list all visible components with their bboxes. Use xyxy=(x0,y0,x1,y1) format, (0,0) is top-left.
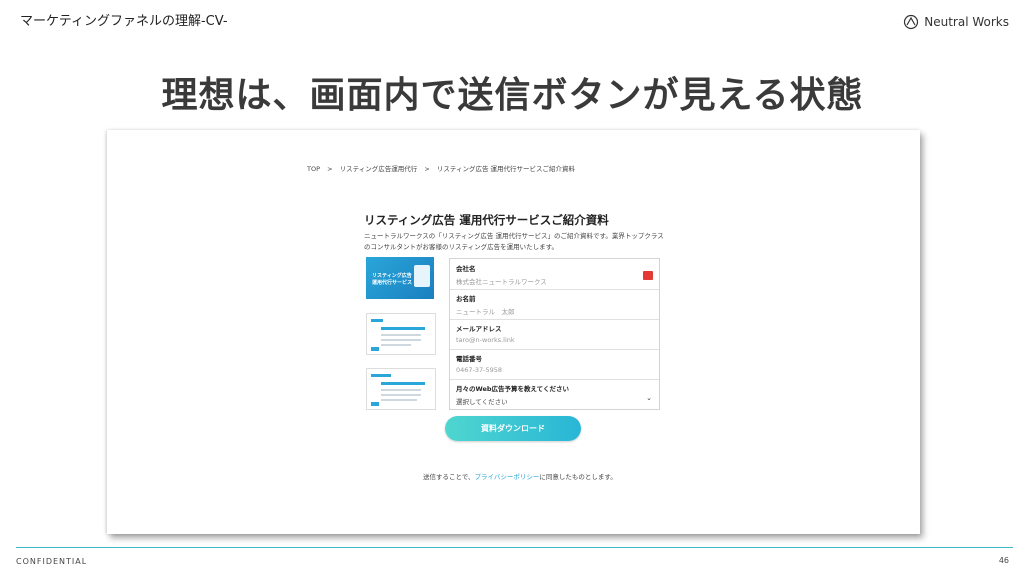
breadcrumb-item-current: リスティング広告 運用代行サービスご紹介資料 xyxy=(436,165,576,173)
logo-text: Neutral Works xyxy=(924,15,1009,29)
footer-confidential: CONFIDENTIAL xyxy=(16,557,88,566)
email-field[interactable]: メールアドレス taro@n-works.link xyxy=(450,319,659,350)
privacy-policy-link[interactable]: プライバシーポリシー xyxy=(475,473,540,481)
phone-label: 電話番号 xyxy=(456,355,482,363)
budget-select-value: 選択してください xyxy=(456,398,508,406)
breadcrumb-item-top[interactable]: TOP xyxy=(307,165,320,173)
thumbnail-title: リスティング広告 運用代行サービス xyxy=(372,273,413,286)
footer-divider xyxy=(16,547,1013,548)
breadcrumb-item-listing[interactable]: リスティング広告運用代行 xyxy=(340,165,418,173)
download-button[interactable]: 資料ダウンロード xyxy=(445,416,581,441)
page-number: 46 xyxy=(998,556,1009,565)
email-label: メールアドレス xyxy=(456,325,502,333)
download-form: 会社名 株式会社ニュートラルワークス お名前 ニュートラル 太郎 メールアドレス… xyxy=(449,258,660,410)
page-heading: リスティング広告 運用代行サービスご紹介資料 xyxy=(364,213,609,227)
budget-label: 月々のWeb広告予算を教えてください xyxy=(456,385,569,393)
phone-placeholder: 0467-37-5958 xyxy=(456,366,503,374)
company-name-label: 会社名 xyxy=(456,265,476,273)
name-field[interactable]: お名前 ニュートラル 太郎 xyxy=(450,289,659,320)
company-logo: Neutral Works xyxy=(903,14,1009,30)
chevron-down-icon: ⌄ xyxy=(646,394,652,402)
thumbnail-illustration xyxy=(414,265,430,287)
document-thumbnail-cover: リスティング広告 運用代行サービス xyxy=(366,257,434,299)
breadcrumb-separator: > xyxy=(327,165,333,173)
consent-suffix: に同意したものとします。 xyxy=(539,473,617,481)
email-placeholder: taro@n-works.link xyxy=(456,336,515,344)
required-badge xyxy=(643,271,653,280)
page-description: ニュートラルワークスの「リスティング広告 運用代行サービス」のご紹介資料です。業… xyxy=(364,232,664,251)
slide-title: 理想は、画面内で送信ボタンが見える状態 xyxy=(161,75,864,116)
phone-field[interactable]: 電話番号 0467-37-5958 xyxy=(450,349,659,380)
company-name-placeholder: 株式会社ニュートラルワークス xyxy=(456,278,547,286)
document-thumbnail-page-3 xyxy=(366,368,436,410)
slide-header: マーケティングファネルの理解-CV- xyxy=(20,14,228,29)
breadcrumb: TOP > リスティング広告運用代行 > リスティング広告 運用代行サービスご紹… xyxy=(307,163,575,173)
landing-page-screenshot: TOP > リスティング広告運用代行 > リスティング広告 運用代行サービスご紹… xyxy=(107,130,920,534)
name-placeholder: ニュートラル 太郎 xyxy=(456,308,515,316)
budget-select[interactable]: 月々のWeb広告予算を教えてください 選択してください ⌄ xyxy=(450,379,659,409)
company-name-field[interactable]: 会社名 株式会社ニュートラルワークス xyxy=(450,259,659,290)
consent-prefix: 送信することで、 xyxy=(423,473,475,481)
breadcrumb-separator: > xyxy=(424,165,430,173)
neutral-works-logo-icon xyxy=(904,14,919,30)
consent-text: 送信することで、プライバシーポリシーに同意したものとします。 xyxy=(423,471,617,481)
document-thumbnail-page-2 xyxy=(366,313,436,355)
name-label: お名前 xyxy=(456,295,476,303)
